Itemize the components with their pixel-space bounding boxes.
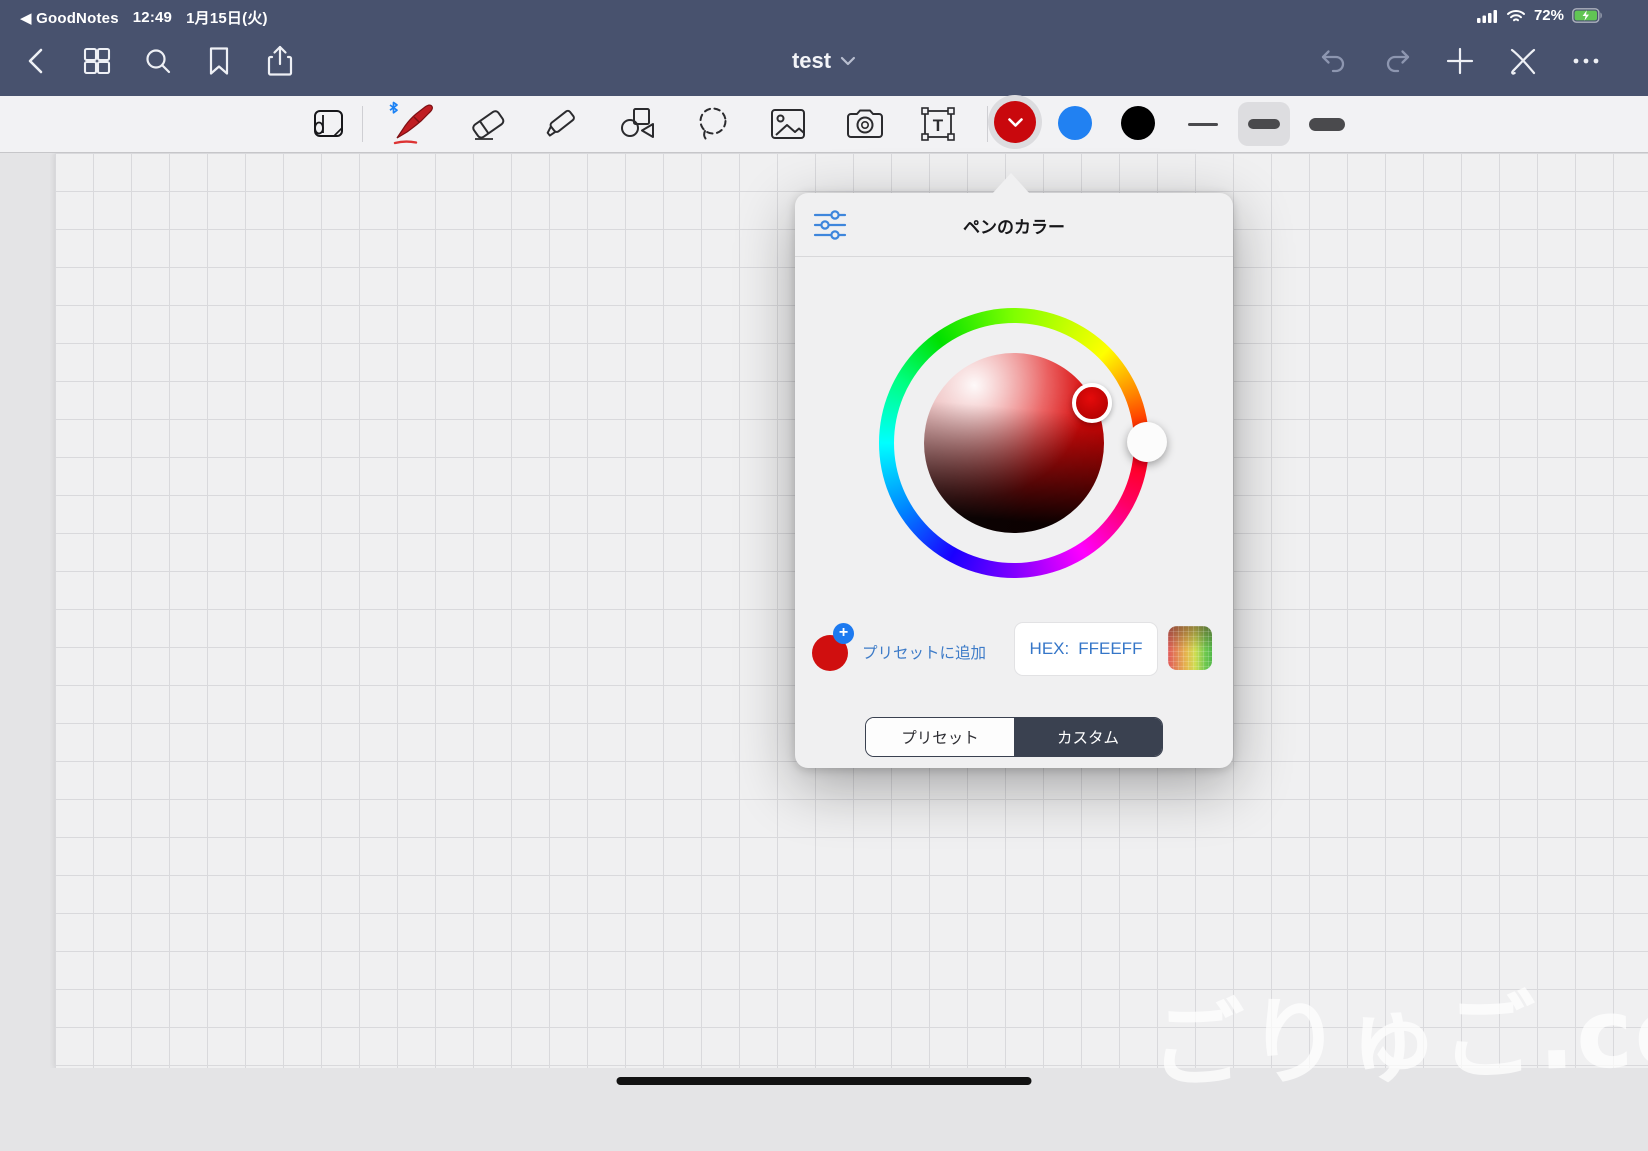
search-button[interactable] [142,45,174,77]
stroke-width-thin[interactable] [1181,96,1225,152]
top-header: ◀ GoodNotes 12:49 1月15日(火) 72% [0,0,1648,96]
pen-color-red-selected[interactable] [988,95,1042,149]
goodnotes-screen: ごりゅご.com ◀ GoodNotes 12:49 1月15日(火) [0,0,1648,1151]
text-tool-glyph: T [933,116,944,135]
eraser-tool-icon[interactable] [466,96,510,152]
pen-color-popup: ペンのカラー + プリセットに追加 HEX: FFEEFF プリセット カスタム [795,193,1233,768]
spectrum-swatch-button[interactable] [1168,626,1212,670]
insert-image-tool-icon[interactable] [766,96,810,152]
popup-arrow [992,173,1030,194]
status-time: 12:49 [133,9,172,26]
document-title-dropdown[interactable]: test [792,30,856,92]
text-tool-icon[interactable]: T [916,96,960,152]
battery-percent-label: 72% [1534,7,1564,24]
cellular-signal-icon [1477,9,1498,23]
back-button[interactable] [20,45,52,77]
saturation-brightness-sphere[interactable] [924,353,1104,533]
home-indicator-bar[interactable] [617,1077,1032,1085]
thumbnails-grid-button[interactable] [81,45,113,77]
color-wheel[interactable] [879,308,1149,578]
redo-button[interactable] [1381,45,1413,77]
more-options-button[interactable] [1570,45,1602,77]
back-to-app-label[interactable]: ◀ GoodNotes [20,9,119,27]
status-bar: ◀ GoodNotes 12:49 1月15日(火) 72% [0,0,1648,30]
hex-value: FFEEFF [1078,639,1142,659]
hex-input-field[interactable]: HEX: FFEEFF [1014,622,1158,676]
popup-title: ペンのカラー [795,193,1233,257]
stroke-width-medium-selected[interactable] [1238,102,1290,146]
navigation-bar: test [0,30,1648,96]
battery-charging-icon [1572,8,1603,23]
toolbar-separator [362,106,363,142]
lasso-tool-icon[interactable] [690,96,734,152]
wifi-icon [1506,9,1526,23]
pen-tool-selected[interactable] [383,96,439,152]
hex-label: HEX: [1030,639,1070,659]
hue-selector-knob[interactable] [1127,422,1167,462]
document-title: test [792,48,831,74]
pen-color-black[interactable] [1121,106,1155,140]
color-selector-knob[interactable] [1072,383,1112,423]
highlighter-tool-icon[interactable] [541,96,585,152]
editing-tools-toggle-icon[interactable] [1507,45,1539,77]
stroke-width-thick[interactable] [1305,96,1349,152]
popup-header: ペンのカラー [795,193,1233,257]
add-page-button[interactable] [1444,45,1476,77]
chevron-down-icon [1007,117,1024,128]
bookmark-button[interactable] [203,45,235,77]
page-view-mode-icon[interactable] [306,96,350,152]
add-to-preset-button[interactable]: プリセットに追加 [862,643,986,664]
add-preset-plus-badge[interactable]: + [833,623,854,644]
preset-custom-segmented-control: プリセット カスタム [865,717,1163,757]
status-date: 1月15日(火) [186,7,268,28]
tab-preset[interactable]: プリセット [866,718,1014,756]
chevron-down-icon [840,56,856,66]
pen-color-blue[interactable] [1058,106,1092,140]
tab-custom[interactable]: カスタム [1014,718,1162,756]
shapes-tool-icon[interactable] [616,96,660,152]
pen-toolbar: T [0,96,1648,153]
camera-tool-icon[interactable] [843,96,887,152]
undo-button[interactable] [1318,45,1350,77]
share-button[interactable] [264,45,296,77]
